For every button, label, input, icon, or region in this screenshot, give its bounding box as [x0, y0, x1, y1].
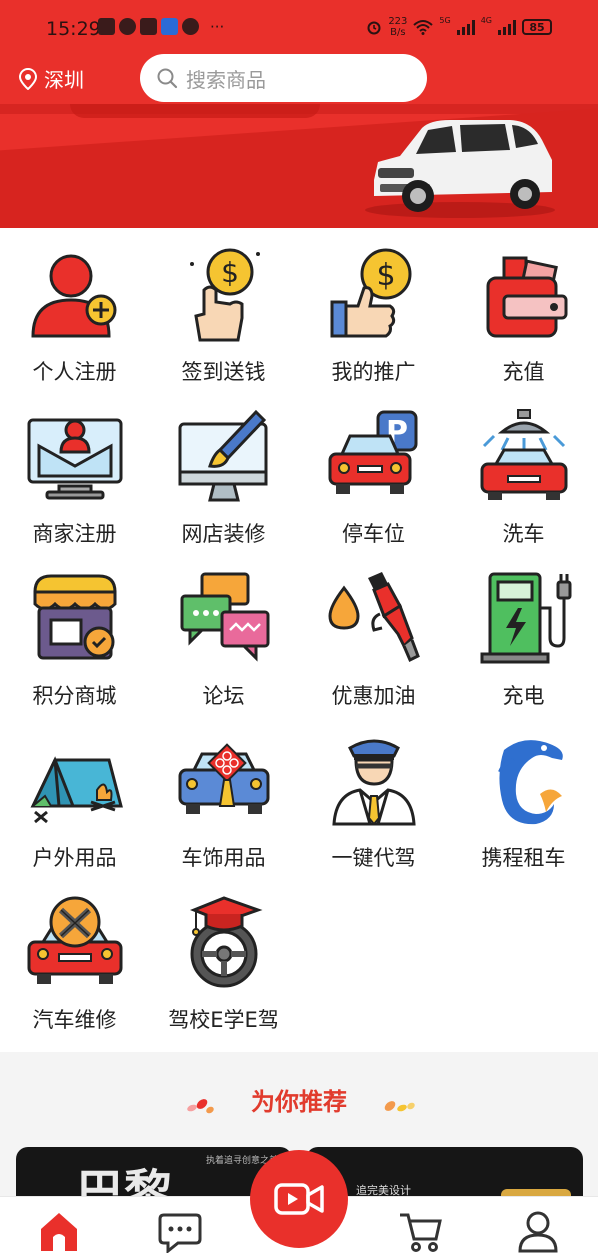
grid-item-label: 签到送钱	[181, 360, 266, 384]
signal-5g-icon	[456, 19, 475, 35]
wallet-icon	[486, 256, 567, 338]
grid-item-label: 积分商城	[32, 684, 117, 708]
grid-item-outdoor-goods[interactable]: 户外用品	[0, 726, 149, 876]
right-decoration-icon	[384, 1101, 415, 1112]
grid-item-forum[interactable]: 论坛	[149, 564, 298, 714]
grid-item-label: 车饰用品	[181, 846, 266, 870]
car-wash-icon	[480, 409, 567, 500]
status-time: 15:29	[46, 18, 101, 40]
status-bar: 15:29 ··· 223 B/s 5G 4G 85	[0, 0, 598, 58]
cart-icon[interactable]	[398, 1209, 442, 1253]
grid-item-label: 驾校E学E驾	[168, 1008, 279, 1032]
mail-notification-icon	[140, 18, 157, 35]
grid-item-label: 个人注册	[32, 360, 117, 384]
grid-item-driving-school[interactable]: 驾校E学E驾	[149, 888, 298, 1038]
speed-unit: B/s	[390, 27, 406, 38]
home-icon[interactable]	[37, 1209, 81, 1253]
search-placeholder: 搜索商品	[186, 67, 266, 92]
wifi-icon	[413, 20, 434, 35]
grid-item-car-repair[interactable]: 汽车维修	[0, 888, 149, 1038]
grid-item-discount-fuel[interactable]: 优惠加油	[299, 564, 448, 714]
chat-notification-icon	[182, 18, 199, 35]
grid-item-personal-register[interactable]: 个人注册	[0, 240, 149, 390]
grid-item-label: 商家注册	[32, 522, 117, 546]
charging-station-icon	[480, 572, 571, 664]
car-repair-icon	[27, 896, 122, 984]
camping-tent-icon	[30, 756, 123, 824]
car-knot-icon	[178, 743, 269, 814]
network-4g-label: 4G	[480, 16, 492, 25]
grid-item-label: 网店装修	[181, 522, 266, 546]
profile-icon[interactable]	[516, 1209, 560, 1253]
fuel-nozzle-icon	[327, 572, 420, 663]
grid-item-shop-decoration[interactable]: 网店装修	[149, 402, 298, 552]
grid-item-charging[interactable]: 充电	[449, 564, 598, 714]
merchant-monitor-icon	[27, 418, 122, 500]
alipay-notification-icon	[161, 18, 178, 35]
location-pin-icon	[18, 67, 38, 90]
grid-item-label: 停车位	[342, 522, 405, 546]
banner-car-image[interactable]	[360, 110, 560, 220]
shop-badge-icon	[32, 574, 116, 660]
driving-school-icon	[189, 896, 263, 988]
grid-item-label: 优惠加油	[331, 684, 416, 708]
grid-item-label: 我的推广	[331, 360, 416, 384]
paint-monitor-icon	[178, 409, 267, 502]
signal-4g-icon	[498, 19, 516, 35]
grid-item-recharge[interactable]: 充值	[449, 240, 598, 390]
grid-item-label: 充值	[502, 360, 545, 384]
grid-item-label: 一键代驾	[331, 846, 416, 870]
grid-item-parking[interactable]: P 停车位	[299, 402, 448, 552]
user-add-icon	[30, 254, 116, 338]
video-button[interactable]	[250, 1150, 348, 1248]
speed-value: 223	[388, 16, 408, 27]
location-label: 深圳	[44, 68, 84, 92]
grid-item-points-mall[interactable]: 积分商城	[0, 564, 149, 714]
coin-tap-icon: $	[189, 248, 260, 342]
grid-item-merchant-register[interactable]: 商家注册	[0, 402, 149, 552]
thumbs-up-coin-icon: $	[330, 248, 411, 338]
alarm-icon	[367, 21, 381, 35]
grid-item-label: 论坛	[202, 684, 245, 708]
dolphin-icon	[497, 740, 563, 825]
grid-item-car-accessories[interactable]: 车饰用品	[149, 726, 298, 876]
grid-item-label: 汽车维修	[32, 1008, 117, 1032]
video-icon	[274, 1183, 324, 1215]
recommend-title: 为你推荐	[251, 1088, 347, 1116]
message-icon[interactable]	[158, 1209, 202, 1253]
heart-notification-icon	[119, 18, 136, 35]
battery-icon: 85	[522, 19, 552, 35]
more-notifications: ···	[210, 18, 225, 36]
grid-item-ctrip-rental[interactable]: 携程租车	[449, 726, 598, 876]
grid-item-designated-driver[interactable]: 一键代驾	[299, 726, 448, 876]
location-selector[interactable]: 深圳	[18, 64, 84, 93]
notification-icons	[98, 18, 199, 35]
search-bar[interactable]: 搜索商品	[140, 54, 427, 102]
grid-item-checkin-reward[interactable]: $ 签到送钱	[149, 240, 298, 390]
grid-item-label: 户外用品	[32, 846, 117, 870]
grid-item-label: 洗车	[502, 522, 545, 546]
grid-item-my-promotion[interactable]: $ 我的推广	[299, 240, 448, 390]
app-notification-icon	[98, 18, 115, 35]
parking-car-icon: P	[328, 410, 417, 494]
svg-text:$: $	[376, 258, 395, 293]
status-right: 223 B/s 5G 4G 85	[366, 16, 552, 38]
chauffeur-icon	[331, 739, 416, 826]
grid-item-label: 充电	[502, 684, 545, 708]
svg-text:$: $	[221, 256, 239, 289]
network-speed: 223 B/s	[388, 16, 407, 38]
header-banner: 15:29 ··· 223 B/s 5G 4G 85 深圳 搜索商品	[0, 0, 598, 228]
grid-item-car-wash[interactable]: 洗车	[449, 402, 598, 552]
search-icon	[157, 68, 178, 89]
network-5g-label: 5G	[439, 16, 451, 25]
app-screen: 15:29 ··· 223 B/s 5G 4G 85 深圳 搜索商品 个人注册 …	[0, 0, 598, 1254]
grid-item-label: 携程租车	[481, 846, 566, 870]
chat-bubbles-icon	[180, 572, 269, 662]
